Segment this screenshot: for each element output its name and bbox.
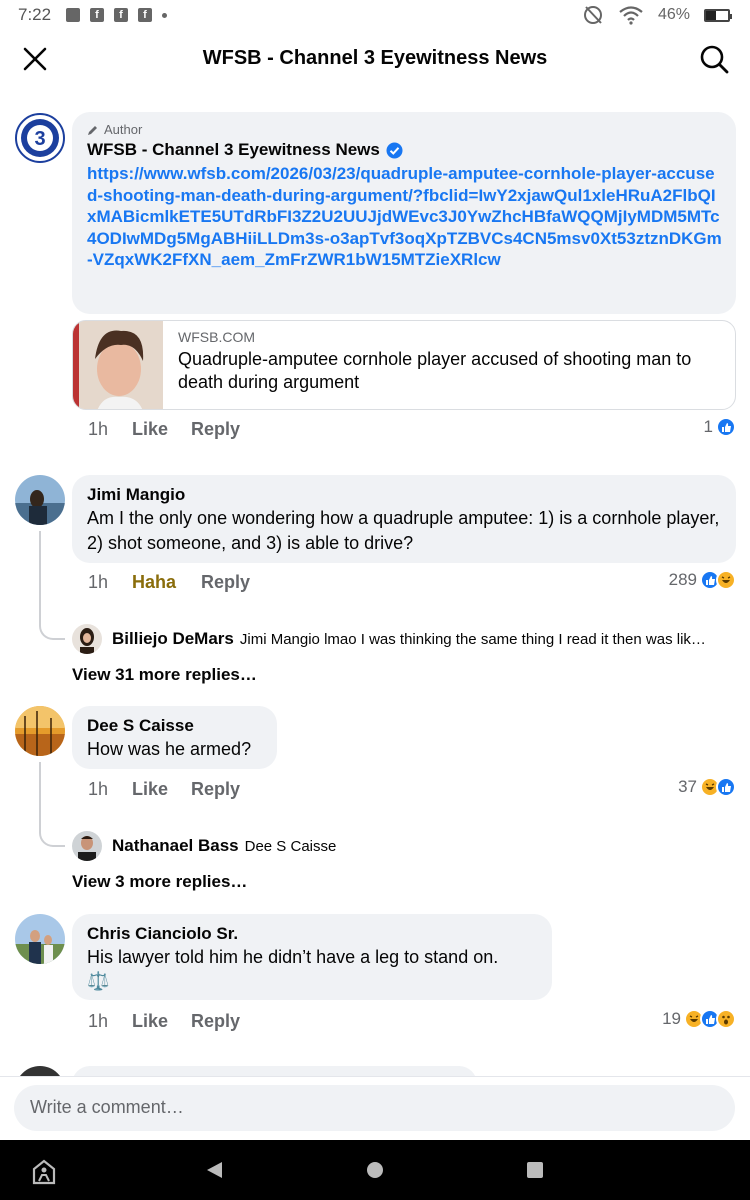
thread-connector	[39, 821, 65, 847]
link-domain: WFSB.COM	[178, 329, 255, 345]
avatar[interactable]: 3	[15, 113, 65, 163]
comment-bubble[interactable]: Chris Cianciolo Sr. His lawyer told him …	[72, 914, 552, 1000]
facebook-icon: f	[114, 8, 128, 22]
reaction-summary[interactable]: 19	[662, 1009, 736, 1029]
link-title: Quadruple-amputee cornhole player accuse…	[178, 349, 692, 392]
haha-button[interactable]: Haha	[132, 572, 201, 593]
battery-percent: 46%	[657, 6, 690, 23]
avatar[interactable]	[15, 1066, 65, 1076]
balance-scale-icon: ⚖️	[87, 971, 110, 991]
like-reaction-icon	[716, 417, 736, 437]
haha-reaction-icon	[716, 570, 736, 590]
profile-photo	[72, 831, 102, 861]
avatar[interactable]	[15, 475, 65, 525]
app-header: WFSB - Channel 3 Eyewitness News	[0, 32, 750, 86]
reply-button[interactable]: Reply	[191, 1011, 240, 1032]
comment-author-name[interactable]: WFSB - Channel 3 Eyewitness News	[87, 139, 380, 161]
verified-badge-icon	[386, 142, 403, 158]
comments-list[interactable]: 3 Author WFSB - Channel 3 Eyewitness New…	[0, 86, 750, 1076]
reply-author-name[interactable]: Billiejo DeMars	[112, 629, 234, 649]
facebook-icon: f	[90, 8, 104, 22]
thread-line	[39, 531, 41, 626]
avatar[interactable]	[15, 914, 65, 964]
svg-text:3: 3	[34, 128, 45, 150]
thread-connector	[39, 614, 65, 640]
like-button[interactable]: Like	[132, 779, 191, 800]
comment-author-name[interactable]: Chris Cianciolo Sr.	[87, 923, 538, 945]
comment-actions: 1h Like Reply	[88, 779, 240, 800]
avatar[interactable]	[15, 706, 65, 756]
do-not-disturb-icon	[583, 6, 602, 24]
reply-author-name[interactable]: Nathanael Bass	[112, 836, 239, 856]
avatar[interactable]	[72, 624, 102, 654]
comment-text: How was he armed?	[87, 739, 252, 759]
like-reaction-icon	[716, 777, 736, 797]
more-notifications-icon	[162, 12, 167, 18]
system-icons: 46%	[582, 4, 732, 26]
profile-photo	[72, 624, 102, 654]
reaction-summary[interactable]: 289	[669, 570, 736, 590]
battery-icon	[704, 8, 732, 22]
status-bar: 7:22 f f f 46%	[0, 0, 750, 32]
comment-time: 1h	[88, 419, 109, 439]
wifi-icon	[619, 6, 643, 25]
profile-photo	[15, 706, 65, 756]
article-thumbnail	[73, 321, 163, 409]
comment-bubble[interactable]: Dee S Caisse How was he armed?	[72, 706, 277, 769]
comment-author-name[interactable]: Jimi Mangio	[87, 484, 722, 506]
reply-button[interactable]: Reply	[191, 419, 240, 440]
profile-photo	[15, 914, 65, 964]
status-time: 7:22	[18, 5, 52, 24]
reply-preview[interactable]: Billiejo DeMars Jimi Mangio lmao I was t…	[72, 624, 736, 654]
reply-text: Dee S Caisse	[244, 837, 337, 855]
article-link[interactable]: https://www.wfsb.com/2026/03/23/quadrupl…	[87, 163, 722, 271]
page-title: WFSB - Channel 3 Eyewitness News	[202, 47, 548, 69]
facebook-icon: f	[138, 8, 152, 22]
gallery-icon	[66, 8, 80, 22]
like-button[interactable]: Like	[132, 419, 191, 440]
view-more-replies[interactable]: View 3 more replies…	[72, 872, 247, 892]
comment-bubble[interactable]: Jimi Mangio Am I the only one wondering …	[72, 475, 736, 563]
home-icon[interactable]	[366, 1161, 384, 1179]
reply-button[interactable]: Reply	[201, 572, 250, 593]
like-button[interactable]: Like	[132, 1011, 191, 1032]
link-preview-card[interactable]: WFSB.COM Quadruple-amputee cornhole play…	[72, 320, 736, 410]
accessibility-icon[interactable]	[30, 1157, 58, 1185]
reaction-summary[interactable]: 1	[704, 417, 736, 437]
comment-actions: 1h Haha Reply	[88, 572, 250, 593]
comment-author-name[interactable]: Dee S Caisse	[87, 715, 263, 737]
reply-preview[interactable]: Nathanael Bass Dee S Caisse	[72, 831, 736, 861]
reaction-summary[interactable]: 37	[678, 777, 736, 797]
comment-actions: 1h Like Reply	[88, 419, 240, 440]
mugshot-image	[73, 321, 163, 409]
wow-reaction-icon	[716, 1009, 736, 1029]
comment-time: 1h	[88, 572, 109, 592]
author-comment-bubble[interactable]: Author WFSB - Channel 3 Eyewitness News …	[72, 112, 736, 314]
search-icon[interactable]	[698, 43, 730, 75]
comment-text: His lawyer told him he didn’t have a leg…	[87, 947, 499, 967]
avatar[interactable]	[72, 831, 102, 861]
back-icon[interactable]	[204, 1160, 224, 1180]
comment-input[interactable]: Write a comment…	[14, 1085, 735, 1131]
comment-composer: Write a comment…	[0, 1076, 750, 1140]
system-navigation-bar	[0, 1140, 750, 1200]
notification-icons: f f f	[66, 8, 167, 22]
author-badge: Author	[87, 122, 722, 137]
reply-text: Jimi Mangio lmao I was thinking the same…	[239, 630, 706, 648]
comment-text: Am I the only one wondering how a quadru…	[87, 508, 720, 553]
view-more-replies[interactable]: View 31 more replies…	[72, 665, 257, 685]
profile-photo	[15, 475, 65, 525]
reply-button[interactable]: Reply	[191, 779, 240, 800]
comment-time: 1h	[88, 1011, 109, 1031]
comment-time: 1h	[88, 779, 109, 799]
comment-bubble[interactable]	[72, 1066, 477, 1076]
comment-actions: 1h Like Reply	[88, 1011, 240, 1032]
channel-3-logo-icon: 3	[21, 119, 59, 157]
recents-icon[interactable]	[526, 1161, 544, 1179]
pencil-icon	[88, 125, 97, 135]
